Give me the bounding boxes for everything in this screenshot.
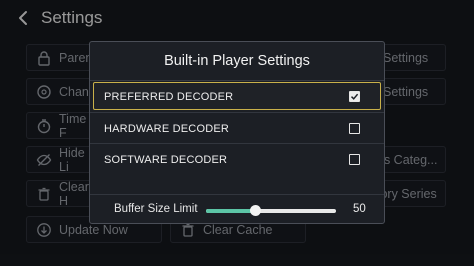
checkbox-unchecked-icon[interactable] — [349, 123, 360, 134]
option-label: HARDWARE DECODER — [104, 123, 230, 135]
option-label: SOFTWARE DECODER — [104, 154, 228, 166]
checkbox-unchecked-icon[interactable] — [349, 154, 360, 165]
slider-fill — [206, 209, 255, 213]
divider — [90, 194, 384, 195]
option-preferred-decoder[interactable]: PREFERRED DECODER — [93, 82, 381, 110]
buffer-size-row: Buffer Size Limit 50 — [90, 198, 384, 224]
divider — [90, 143, 384, 144]
option-software-decoder[interactable]: SOFTWARE DECODER — [93, 145, 381, 173]
dialog-title: Built-in Player Settings — [90, 42, 384, 81]
buffer-size-label: Buffer Size Limit — [114, 203, 198, 215]
option-hardware-decoder[interactable]: HARDWARE DECODER — [93, 114, 381, 142]
checkbox-checked-icon[interactable] — [349, 91, 360, 102]
option-label: PREFERRED DECODER — [104, 91, 234, 103]
divider — [90, 112, 384, 113]
buffer-size-slider[interactable] — [206, 205, 336, 216]
slider-thumb[interactable] — [249, 205, 261, 216]
buffer-size-value: 50 — [353, 203, 366, 215]
player-settings-dialog: Built-in Player Settings PREFERRED DECOD… — [89, 41, 385, 224]
